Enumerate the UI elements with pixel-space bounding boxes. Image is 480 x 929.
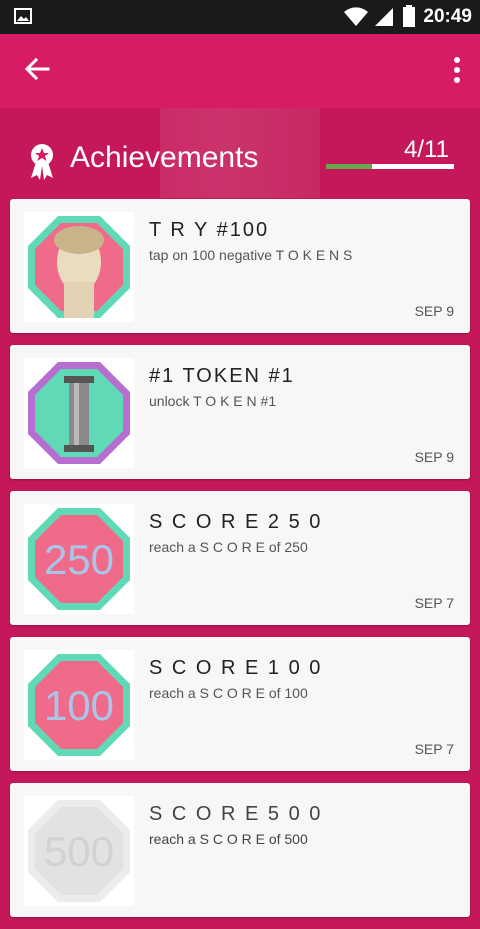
- wifi-icon: [344, 7, 368, 27]
- achievement-progress: [326, 164, 454, 169]
- page-title: Achievements: [70, 141, 259, 174]
- achievement-card[interactable]: 500 S C O R E 5 0 0 reach a S C O R E of…: [10, 783, 470, 917]
- svg-text:100: 100: [44, 682, 114, 729]
- achievement-description: tap on 100 negative T O K E N S: [149, 247, 353, 263]
- svg-text:500: 500: [44, 828, 114, 875]
- signal-icon: [375, 8, 393, 26]
- achievement-date: SEP 7: [414, 595, 454, 611]
- status-bar: 20:49: [0, 0, 480, 34]
- status-time: 20:49: [423, 6, 472, 27]
- achievement-count: 4/11: [404, 136, 449, 163]
- achievement-date: SEP 9: [414, 303, 454, 319]
- achievements-header: Achievements 4/11: [0, 108, 480, 200]
- achievement-description: reach a S C O R E of 250: [149, 539, 308, 555]
- achievement-card[interactable]: 100 S C O R E 1 0 0 reach a S C O R E of…: [10, 637, 470, 771]
- app-bar: [0, 34, 480, 108]
- achievement-thumbnail: 500: [24, 796, 134, 906]
- achievement-thumbnail: 100: [24, 650, 134, 760]
- achievement-card[interactable]: #1 TOKEN #1 unlock T O K E N #1 SEP 9: [10, 345, 470, 479]
- achievement-card[interactable]: 250 S C O R E 2 5 0 reach a S C O R E of…: [10, 491, 470, 625]
- achievement-name: S C O R E 5 0 0: [149, 803, 323, 825]
- achievement-thumbnail: 250: [24, 504, 134, 614]
- achievement-card[interactable]: T R Y #100 tap on 100 negative T O K E N…: [10, 199, 470, 333]
- arrow-left-icon[interactable]: [22, 54, 52, 84]
- image-icon: [14, 8, 32, 24]
- achievement-name: #1 TOKEN #1: [149, 365, 295, 387]
- achievement-description: unlock T O K E N #1: [149, 393, 277, 409]
- achievement-date: SEP 9: [414, 449, 454, 465]
- achievement-thumbnail: [24, 212, 134, 322]
- achievement-name: T R Y #100: [149, 219, 270, 241]
- achievement-description: reach a S C O R E of 100: [149, 685, 308, 701]
- achievement-name: S C O R E 1 0 0: [149, 657, 323, 679]
- achievement-date: SEP 7: [414, 741, 454, 757]
- svg-text:250: 250: [44, 536, 114, 583]
- achievement-description: reach a S C O R E of 500: [149, 831, 308, 847]
- progress-fill: [326, 164, 373, 169]
- battery-icon: [403, 5, 415, 27]
- award-ribbon-icon: [31, 144, 53, 180]
- more-vertical-icon[interactable]: [452, 56, 462, 84]
- achievement-thumbnail: [24, 358, 134, 468]
- achievement-name: S C O R E 2 5 0: [149, 511, 323, 533]
- achievement-list[interactable]: T R Y #100 tap on 100 negative T O K E N…: [10, 199, 470, 929]
